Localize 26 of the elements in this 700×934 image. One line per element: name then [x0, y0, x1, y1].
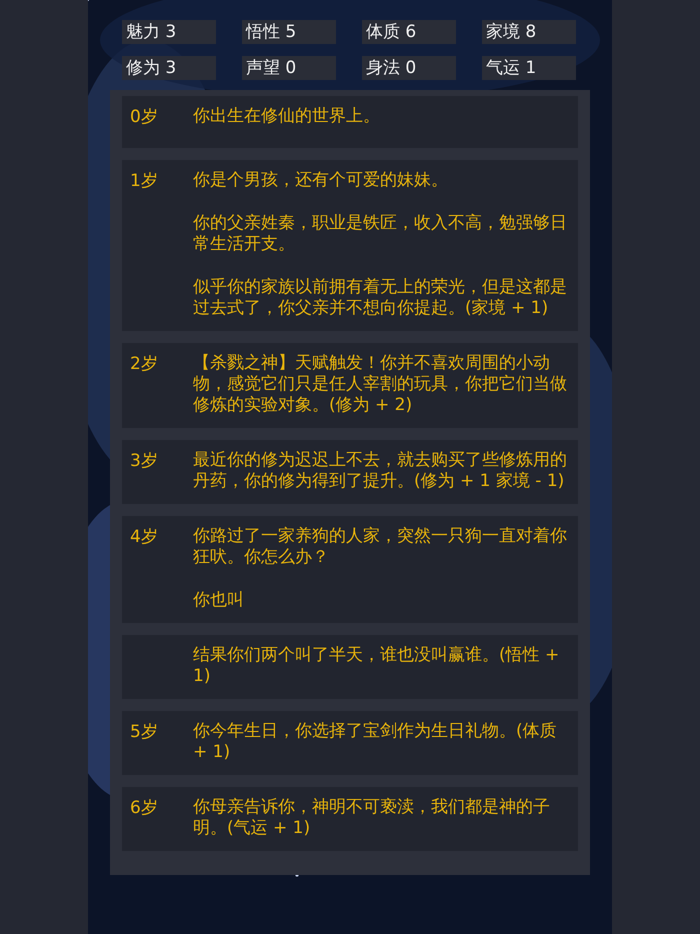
age-label: 6岁: [130, 798, 158, 818]
event-text: 似乎你的家族以前拥有着无上的荣光，但是这都是过去式了，你父亲并不想向你提起。(家境 + 1): [193, 277, 568, 319]
event-text: 你路过了一家养狗的人家，突然一只狗一直对着你狂吠。你怎么办？: [193, 526, 568, 568]
attribute-label: 气运 1: [482, 56, 576, 80]
attribute-label: 身法 0: [362, 56, 456, 80]
age-label: 4岁: [130, 527, 158, 547]
attribute-label: 悟性 5: [242, 20, 336, 44]
age-label: 2岁: [130, 354, 158, 374]
event-text: 你也叫: [193, 590, 245, 611]
event-text: 【杀戮之神】天赋触发！你并不喜欢周围的小动物，感觉它们只是任人宰割的玩具，你把它们当做修炼的实验对象。(修为 + 2): [193, 353, 568, 416]
attribute-label: 体质 6: [362, 20, 456, 44]
age-label: 3岁: [130, 451, 158, 471]
event-text: 你的父亲姓秦，职业是铁匠，收入不高，勉强够日常生活开支。: [193, 213, 568, 255]
age-label: 5岁: [130, 722, 158, 742]
event-text: 你是个男孩，还有个可爱的妹妹。: [193, 170, 449, 191]
event-text: 结果你们两个叫了半天，谁也没叫赢谁。(悟性 + 1): [193, 645, 560, 687]
event-text: 你出生在修仙的世界上。: [193, 106, 381, 127]
attribute-label: 声望 0: [242, 56, 336, 80]
event-text: 你母亲告诉你，神明不可亵渎，我们都是神的子明。(气运 + 1): [193, 797, 551, 839]
age-label: 1岁: [130, 171, 158, 191]
age-label: 0岁: [130, 107, 158, 127]
attribute-label: 家境 8: [482, 20, 576, 44]
attribute-label: 魅力 3: [122, 20, 216, 44]
event-text: 你今年生日，你选择了宝剑作为生日礼物。(体质 + 1): [193, 721, 558, 763]
event-text: 最近你的修为迟迟上不去，就去购买了些修炼用的丹药，你的修为得到了提升。(修为 + 1 家境 - 1): [193, 450, 568, 492]
attribute-label: 修为 3: [122, 56, 216, 80]
